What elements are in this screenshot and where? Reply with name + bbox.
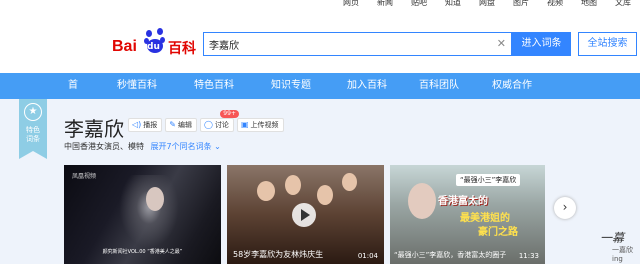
discuss-count-badge: 99+: [220, 110, 239, 118]
page-title: 李嘉欣: [64, 117, 124, 141]
nav-join[interactable]: 加入百科: [347, 73, 387, 99]
nav-partners[interactable]: 权威合作: [492, 73, 532, 99]
topnav-map[interactable]: 地图: [572, 0, 606, 11]
topnav-web[interactable]: 网页: [334, 0, 368, 11]
portrait-face: [146, 187, 164, 211]
comment-icon: ◯: [203, 120, 213, 129]
top-navigation: 网页 新闻 贴吧 知道 网盘 图片 视频 地图 文库: [334, 0, 640, 12]
topnav-tieba[interactable]: 贴吧: [402, 0, 436, 11]
media-2-caption: 58岁李嘉欣为友林炜庆生: [233, 250, 324, 259]
logo-baike-text: 百科: [168, 41, 196, 57]
media-card-2[interactable]: 58岁李嘉欣为友林炜庆生 01:04: [227, 165, 384, 264]
same-name-entries-link[interactable]: 展开7个同名词条 ⌄: [151, 142, 221, 151]
media-2-duration: 01:04: [357, 252, 378, 260]
search-box: ✕: [203, 32, 512, 56]
entry-main: ★ 特色 词条 李嘉欣 ◁) 播报 ✎ 编辑 ◯ 讨论 99+ ▣ 上传视频 中…: [0, 99, 640, 264]
topnav-zhidao[interactable]: 知道: [436, 0, 470, 11]
logo-bai-text: Bai: [112, 38, 137, 55]
paw-icon: du: [144, 28, 166, 54]
media-3-tag: “最强小三”李嘉欣: [456, 174, 521, 186]
site-search-button[interactable]: 全站搜索: [578, 32, 637, 56]
carousel-next-button[interactable]: ›: [554, 197, 576, 219]
entry-subtitle: 中国香港女演员、模特 展开7个同名词条 ⌄: [64, 141, 221, 152]
entry-description: 中国香港女演员、模特: [64, 142, 144, 151]
nav-featured[interactable]: 特色百科: [194, 73, 234, 99]
action-bar: ◁) 播报 ✎ 编辑 ◯ 讨论 99+ ▣ 上传视频: [128, 110, 284, 132]
play-icon[interactable]: [292, 203, 316, 227]
topnav-pan[interactable]: 网盘: [470, 0, 504, 11]
media-3-headline-1: 香港富太的: [438, 196, 488, 207]
upload-video-button[interactable]: ▣ 上传视频: [236, 118, 284, 132]
nav-miaodong[interactable]: 秒懂百科: [117, 73, 157, 99]
topnav-images[interactable]: 图片: [504, 0, 538, 11]
badge-line1: 特色: [26, 126, 40, 134]
header: Bai du 百科 ✕ 进入词条 全站搜索: [0, 26, 640, 66]
discuss-button[interactable]: ◯ 讨论 99+: [199, 110, 239, 132]
topnav-wenku[interactable]: 文库: [606, 0, 640, 11]
broadcast-label: 播报: [143, 121, 158, 129]
featured-entry-badge: ★ 特色 词条: [19, 99, 47, 159]
topnav-video[interactable]: 视频: [538, 0, 572, 11]
chevron-right-icon: ›: [562, 200, 568, 214]
media-card-3[interactable]: “最强小三”李嘉欣 香港富太的 最美港姐的 豪门之路 “最强小三”李嘉欣，香港富…: [390, 165, 545, 264]
logo-du-text: du: [147, 42, 160, 52]
media-3-headline-3: 豪门之路: [478, 227, 518, 238]
pencil-icon: ✎: [169, 120, 176, 129]
star-icon: ★: [24, 103, 42, 121]
signature-subtext: 一嘉欣ing: [612, 246, 633, 263]
nav-topics[interactable]: 知识专题: [271, 73, 311, 99]
search-input[interactable]: [204, 33, 484, 55]
media-3-headline-2: 最美港姐的: [460, 213, 510, 224]
media-3-duration: 11:33: [518, 252, 539, 260]
nav-team[interactable]: 百科团队: [419, 73, 459, 99]
media-card-1[interactable]: 凤凰视频 颜究新闻社VOL.00 “香港美人之最”: [64, 165, 221, 264]
upload-video-label: 上传视频: [250, 121, 279, 129]
upload-video-icon: ▣: [240, 120, 249, 129]
edit-button[interactable]: ✎ 编辑: [165, 118, 197, 132]
edit-label: 编辑: [177, 121, 192, 129]
badge-notch: [19, 151, 47, 159]
clear-icon[interactable]: ✕: [497, 37, 506, 50]
signature-text: 一幕: [600, 231, 625, 245]
broadcast-button[interactable]: ◁) 播报: [128, 118, 163, 132]
topnav-news[interactable]: 新闻: [368, 0, 402, 11]
main-navbar: 首页 秒懂百科 特色百科 知识专题 加入百科 百科团队 权威合作: [0, 73, 640, 117]
badge-line2: 词条: [26, 135, 40, 143]
video-source-logo: 凤凰视频: [72, 173, 97, 180]
media-3-caption: “最强小三”李嘉欣，香港富太的圈子: [394, 251, 507, 259]
speaker-icon: ◁): [132, 120, 142, 129]
baidu-baike-logo[interactable]: Bai du 百科: [112, 28, 202, 60]
nav-home[interactable]: 首页: [64, 73, 82, 117]
enter-entry-button[interactable]: 进入词条: [512, 32, 571, 56]
discuss-label: 讨论: [214, 121, 229, 129]
media-1-caption: 颜究新闻社VOL.00 “香港美人之最”: [102, 249, 183, 255]
portrait-face: [408, 183, 436, 219]
